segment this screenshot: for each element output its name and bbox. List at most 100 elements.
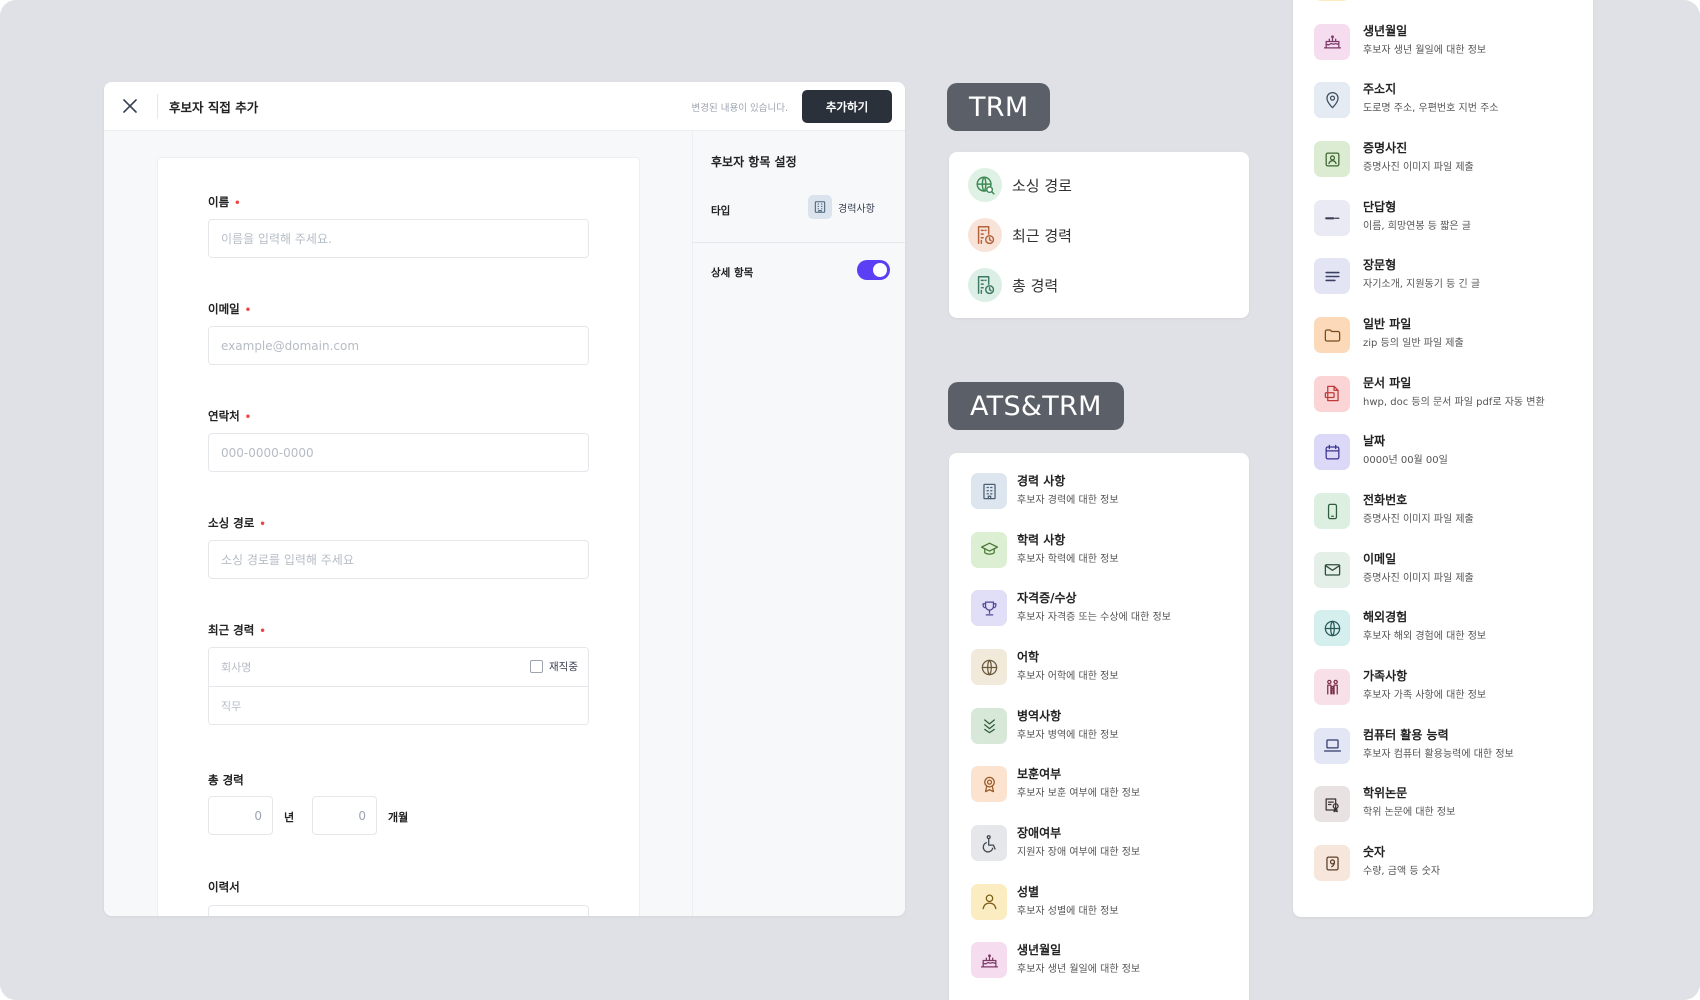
trm-badge: TRM (947, 83, 1051, 131)
field-type-item[interactable]: 숫자수량, 금액 등 숫자 (1293, 832, 1593, 890)
field-type-title: 주소지 (1363, 82, 1397, 97)
field-type-item[interactable]: 장애여부 지원자 장애 여부에 대한 정보 (949, 812, 1249, 870)
header-divider (157, 94, 158, 119)
chevrons-down-icon (971, 707, 1007, 744)
detail-label: 상세 항목 (711, 267, 754, 279)
name-input[interactable] (208, 219, 589, 258)
building-clock-icon (968, 218, 1002, 252)
field-type-description: 0000년 00월 00일 (1363, 455, 1448, 467)
field-type-item[interactable]: 가족사항 후보자 가족 사항에 대한 정보 (1293, 656, 1593, 714)
globe-icon (971, 649, 1007, 685)
person-icon (1314, 0, 1350, 1)
field-type-title: 학위논문 (1363, 786, 1408, 801)
field-type-item[interactable]: 학위논문학위 논문에 대한 정보 (1293, 773, 1593, 831)
email-label: 이메일 • (208, 302, 252, 316)
globe-search-icon (968, 168, 1002, 202)
field-type-description: 자기소개, 지원동기 등 긴 글 (1363, 279, 1481, 291)
type-selector[interactable]: 경력사항 (808, 195, 875, 219)
trm-item-label: 총 경력 (1012, 276, 1059, 295)
field-type-item[interactable]: 장문형자기소개, 지원동기 등 긴 글 (1293, 245, 1593, 303)
email-input[interactable] (208, 326, 589, 365)
add-candidate-modal: 후보자 직접 추가 변경된 내용이 있습니다. 추가하기 이름• 이메일• 연락… (104, 82, 905, 916)
years-input[interactable] (208, 796, 273, 835)
currently-employed-checkbox[interactable]: 재직중 (530, 659, 578, 674)
field-type-description: zip 등의 일반 파일 제출 (1363, 338, 1464, 350)
settings-title: 후보자 항목 설정 (711, 155, 797, 169)
building-icon (971, 473, 1007, 509)
field-type-item[interactable]: 성별후보자 성별에 대한 정보 (949, 871, 1249, 929)
field-type-item[interactable]: 단답형 이름, 희망연봉 등 짧은 글 (1293, 187, 1593, 245)
field-type-title: 병역사항 (1017, 708, 1062, 723)
field-type-title: 자격증/수상 (1017, 591, 1077, 606)
name-label: 이름 • (208, 195, 241, 209)
field-type-item[interactable]: 병역사항 후보자 병역에 대한 정보 (949, 695, 1249, 753)
field-type-title: 날짜 (1363, 434, 1386, 449)
field-type-item[interactable]: 경력 사항 후보자 경력에 대한 정보 (949, 460, 1249, 518)
field-type-description: 도로명 주소, 우편번호 지번 주소 (1363, 103, 1499, 115)
field-type-description: 학위 논문에 대한 정보 (1363, 807, 1456, 819)
trm-item[interactable]: 소싱 경로 (968, 168, 1072, 202)
type-value: 경력사항 (838, 203, 875, 215)
mail-icon (1314, 551, 1350, 588)
close-icon[interactable] (118, 94, 142, 118)
months-input[interactable] (312, 796, 377, 835)
add-button[interactable]: 추가하기 (802, 90, 892, 123)
building-clock-icon (968, 268, 1002, 302)
currently-employed-label: 재직중 (549, 661, 578, 673)
field-type-item[interactable]: 날짜 0000년 00월 00일 (1293, 421, 1593, 479)
required-mark: • (244, 412, 252, 423)
long-text-icon (1314, 258, 1350, 295)
calendar-icon (1314, 434, 1350, 471)
field-type-title: 장문형 (1363, 258, 1397, 273)
field-type-item[interactable]: 어학 후보자 어학에 대한 정보 (949, 636, 1249, 694)
field-type-item[interactable]: 생년월일 후보자 생년 월일에 대한 정보 (1293, 11, 1593, 69)
field-type-description: 수량, 금액 등 숫자 (1363, 866, 1441, 878)
wheelchair-icon (971, 825, 1007, 862)
recent-career-group: 재직중 (208, 647, 589, 725)
field-type-item[interactable]: 문서 파일 hwp, doc 등의 문서 파일 pdf로 자동 변환 (1293, 363, 1593, 421)
field-type-title: 장애여부 (1017, 826, 1062, 841)
source-input[interactable] (208, 540, 589, 579)
field-type-description: 이름, 희망연봉 등 짧은 글 (1363, 220, 1471, 232)
building-icon (808, 195, 832, 219)
toggle-knob (873, 263, 887, 277)
field-type-item[interactable]: 자격증/수상 후보자 자격증 또는 수상에 대한 정보 (949, 577, 1249, 635)
globe-icon (1314, 610, 1350, 647)
field-type-item[interactable]: 학력 사항 후보자 학력에 대한 정보 (949, 519, 1249, 577)
field-type-item[interactable]: 성별후보자 성별에 대한 정보 (1293, 0, 1593, 10)
field-type-item[interactable]: 일반 파일 zip 등의 일반 파일 제출 (1293, 304, 1593, 362)
field-type-title: 컴퓨터 활용 능력 (1363, 727, 1449, 742)
field-type-title: 숫자 (1363, 845, 1386, 860)
field-type-description: 후보자 성별에 대한 정보 (1017, 905, 1119, 917)
short-text-icon (1314, 199, 1350, 236)
total-career-label: 총 경력 (208, 773, 244, 787)
months-unit: 개월 (388, 811, 409, 824)
resume-upload[interactable] (208, 905, 589, 916)
pdf-file-icon (1314, 375, 1350, 412)
source-label: 소싱 경로 • (208, 516, 266, 530)
recent-career-label: 최근 경력 • (208, 623, 266, 637)
field-type-item[interactable]: 컴퓨터 활용 능력 후보자 컴퓨터 활용능력에 대한 정보 (1293, 715, 1593, 773)
phone-input[interactable] (208, 433, 589, 472)
field-type-item[interactable]: 해외경험 후보자 해외 경험에 대한 정보 (1293, 597, 1593, 655)
field-type-item[interactable]: 생년월일후보자 생년 월일에 대한 정보 (949, 929, 1249, 987)
field-type-item[interactable]: 보훈여부 후보자 보훈 여부에 대한 정보 (949, 753, 1249, 811)
trm-item[interactable]: 최근 경력 (968, 218, 1072, 252)
field-type-title: 생년월일 (1017, 943, 1062, 958)
role-input[interactable] (209, 687, 588, 724)
field-type-item[interactable]: 전화번호 증명사진 이미지 파일 제출 (1293, 480, 1593, 538)
laptop-icon (1314, 727, 1350, 764)
field-type-item[interactable]: 주소지도로명 주소, 우편번호 지번 주소 (1293, 69, 1593, 127)
trm-item-label: 소싱 경로 (1012, 176, 1072, 195)
field-type-title: 일반 파일 (1363, 317, 1412, 332)
field-type-item[interactable]: 이메일 증명사진 이미지 파일 제출 (1293, 539, 1593, 597)
field-type-description: 후보자 생년 월일에 대한 정보 (1017, 964, 1141, 976)
trm-item[interactable]: 총 경력 (968, 268, 1058, 302)
trophy-icon (971, 590, 1007, 627)
field-type-title: 이메일 (1363, 551, 1397, 566)
field-type-title: 전화번호 (1363, 493, 1408, 508)
field-type-item[interactable]: 증명사진 증명사진 이미지 파일 제출 (1293, 128, 1593, 186)
phone-icon (1314, 493, 1350, 530)
detail-toggle[interactable] (857, 260, 890, 280)
type-label: 타입 (711, 205, 731, 217)
